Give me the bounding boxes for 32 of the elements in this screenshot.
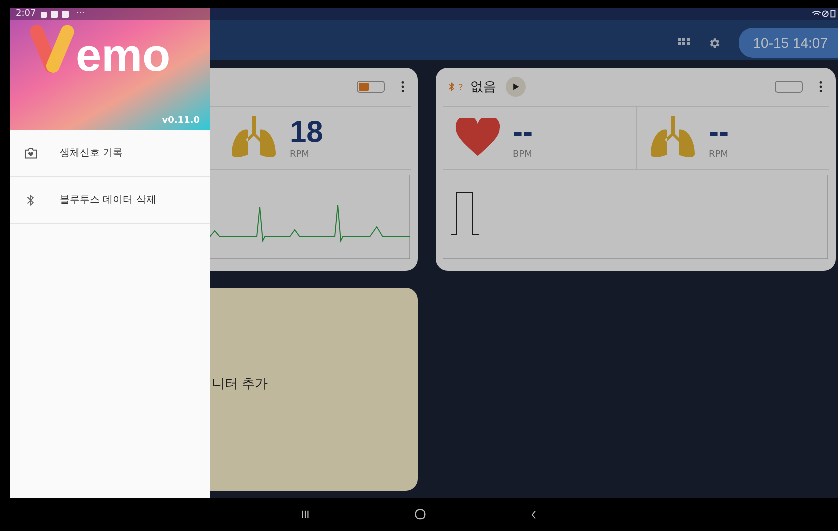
add-monitor-label: 니터 추가 [212,376,270,392]
lungs-icon [649,116,697,160]
back-icon[interactable] [531,510,537,520]
drawer-menu-item[interactable]: 생체신호 기록 [10,130,210,177]
datetime-display: 10-15 14:07 [739,28,838,58]
vital-value: -- [709,116,729,150]
vital-unit: RPM [709,150,729,160]
drawer-menu-item[interactable]: 블루투스 데이터 삭제 [10,177,210,224]
vital-value: -- [513,116,533,150]
settings-icon[interactable] [708,36,722,50]
more-icon[interactable] [819,81,823,93]
bluetooth-icon [449,82,455,92]
vital-unit: RPM [290,150,310,160]
recent-apps-icon[interactable] [301,510,310,519]
more-icon[interactable] [401,81,405,93]
status-time: 2:07 [16,9,36,19]
play-button[interactable] [506,77,526,97]
lungs-icon [230,116,278,160]
home-icon[interactable] [415,509,426,520]
device-name: 없음 [470,79,496,96]
heart-icon [455,118,501,158]
app-version: v0.11.0 [162,116,200,126]
vital-value: 18 [290,116,324,150]
system-status-icons [812,10,836,18]
more-notifications: ··· [76,9,85,19]
folder-icon [24,148,38,158]
connection-status: ? [459,82,464,92]
play-icon [512,83,520,91]
notification-icons [41,10,72,18]
vital-unit: BPM [513,150,533,160]
grid-icon[interactable] [678,38,690,48]
logo-text: emo [76,32,171,78]
